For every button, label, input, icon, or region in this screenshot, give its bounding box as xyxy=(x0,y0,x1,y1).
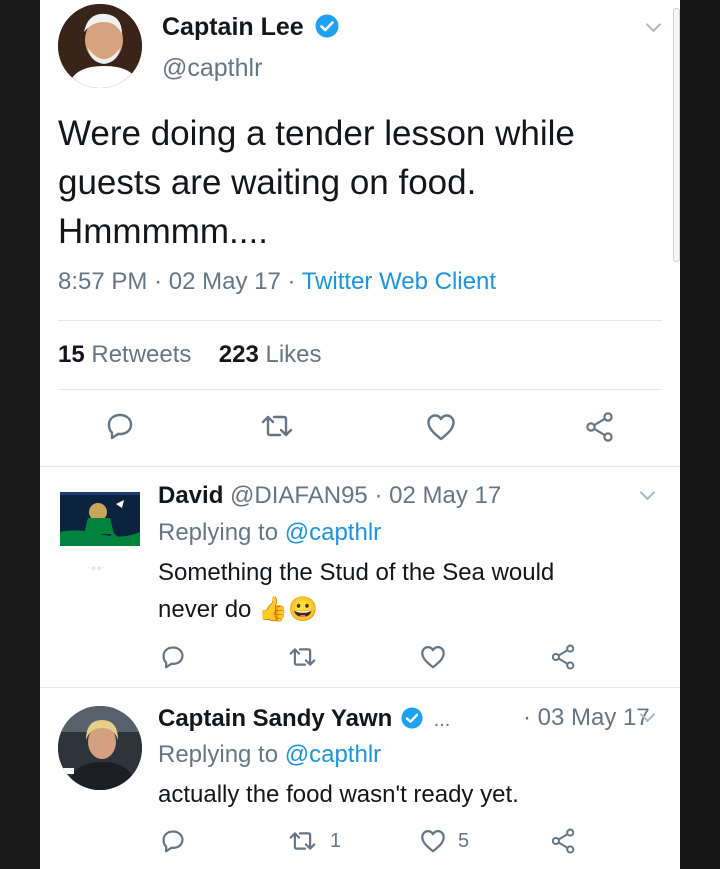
reply-text-line-2: never do xyxy=(158,596,252,623)
meta-separator: · xyxy=(287,268,296,295)
author-handle[interactable]: @capthlr xyxy=(162,54,262,83)
reply-date[interactable]: 02 May 17 xyxy=(389,482,501,509)
reply-header: David @DIAFAN95 · 02 May 17 xyxy=(158,482,501,510)
reply-icon xyxy=(162,646,184,669)
retweet-label[interactable]: Retweets xyxy=(91,341,191,368)
divider xyxy=(40,466,680,467)
emoji: 👍😀 xyxy=(258,596,318,623)
share-icon xyxy=(551,828,575,854)
tweet-time: 8:57 PM xyxy=(58,268,148,295)
avatar-captain-sandy[interactable] xyxy=(58,706,142,790)
reply-button[interactable] xyxy=(106,412,134,440)
tweet-meta: 8:57 PM · 02 May 17 · Twitter Web Client xyxy=(58,268,496,296)
retweet-count: 1 xyxy=(330,830,342,852)
like-count: 5 xyxy=(458,830,470,852)
avatar-david[interactable]: · o o · xyxy=(58,490,142,574)
meta-separator: · xyxy=(154,268,163,295)
retweet-icon xyxy=(289,648,316,666)
retweet-button[interactable] xyxy=(287,646,318,668)
handle-ellipsis: ... xyxy=(433,709,451,731)
right-edge xyxy=(680,0,720,869)
tweet-stats: 15 Retweets 223 Likes xyxy=(58,341,322,369)
reply-button[interactable] xyxy=(161,829,185,853)
heart-icon xyxy=(421,830,445,853)
verified-badge-icon xyxy=(401,707,423,729)
tweet-text-line-1: Were doing a tender lesson while xyxy=(58,114,575,153)
heart-icon xyxy=(421,646,445,669)
share-icon xyxy=(586,412,613,442)
tweet-thread: Captain Lee @capthlr Were doing a tender… xyxy=(40,0,680,869)
replying-to-handle[interactable]: @capthlr xyxy=(285,519,381,546)
divider xyxy=(58,389,662,390)
reply-button[interactable] xyxy=(161,645,185,669)
divider xyxy=(40,687,680,688)
like-label[interactable]: Likes xyxy=(265,341,321,368)
reply-text-line-2-wrap: never do 👍😀 xyxy=(158,595,318,624)
meta-separator: · xyxy=(374,482,383,509)
verified-badge-icon xyxy=(315,14,339,38)
tweet-text-line-3: Hmmmmm.... xyxy=(58,212,268,251)
meta-separator: · xyxy=(523,704,531,731)
share-button[interactable] xyxy=(584,412,616,442)
reply-icon xyxy=(162,830,184,853)
reply-author-name[interactable]: David xyxy=(158,482,223,509)
retweet-button[interactable] xyxy=(287,830,318,852)
like-button[interactable] xyxy=(420,829,446,853)
heart-icon xyxy=(427,414,455,441)
replying-to: Replying to @capthlr xyxy=(158,741,381,769)
reply-author-name[interactable]: Captain Sandy Yawn xyxy=(158,705,392,732)
like-button[interactable] xyxy=(420,645,446,669)
avatar-captain-lee[interactable] xyxy=(58,4,142,88)
author-name[interactable]: Captain Lee xyxy=(162,13,304,41)
reply-text-line-1: actually the food wasn't ready yet. xyxy=(158,781,519,808)
retweet-icon xyxy=(261,415,293,437)
scrollbar[interactable] xyxy=(673,8,680,262)
tweet-source-link[interactable]: Twitter Web Client xyxy=(302,268,496,295)
replying-to-handle[interactable]: @capthlr xyxy=(285,741,381,768)
reply-date[interactable]: 03 May 17 xyxy=(538,704,650,731)
share-button[interactable] xyxy=(550,828,577,854)
share-button[interactable] xyxy=(550,644,577,670)
tweet-text-line-2: guests are waiting on food. xyxy=(58,163,477,202)
chevron-down-icon[interactable] xyxy=(645,16,662,33)
chevron-down-icon[interactable] xyxy=(639,484,656,501)
divider xyxy=(58,320,662,321)
reply-author-handle[interactable]: @DIAFAN95 xyxy=(230,482,368,509)
replying-to: Replying to @capthlr xyxy=(158,519,381,547)
retweet-icon xyxy=(289,832,316,850)
replying-to-label: Replying to xyxy=(158,741,279,768)
reply-header: Captain Sandy Yawn ... xyxy=(158,704,450,733)
svg-text:· o o ·: · o o · xyxy=(88,565,105,572)
reply-date-wrap: · 03 May 17 xyxy=(523,704,650,732)
share-icon xyxy=(551,644,575,670)
reply-icon xyxy=(107,413,133,440)
like-count[interactable]: 223 xyxy=(219,341,259,368)
retweet-count[interactable]: 15 xyxy=(58,341,85,368)
replying-to-label: Replying to xyxy=(158,519,279,546)
tweet-date: 02 May 17 xyxy=(168,268,281,295)
like-button[interactable] xyxy=(426,413,456,441)
retweet-button[interactable] xyxy=(259,413,295,439)
reply-text-line-1: Something the Stud of the Sea would xyxy=(158,559,555,586)
